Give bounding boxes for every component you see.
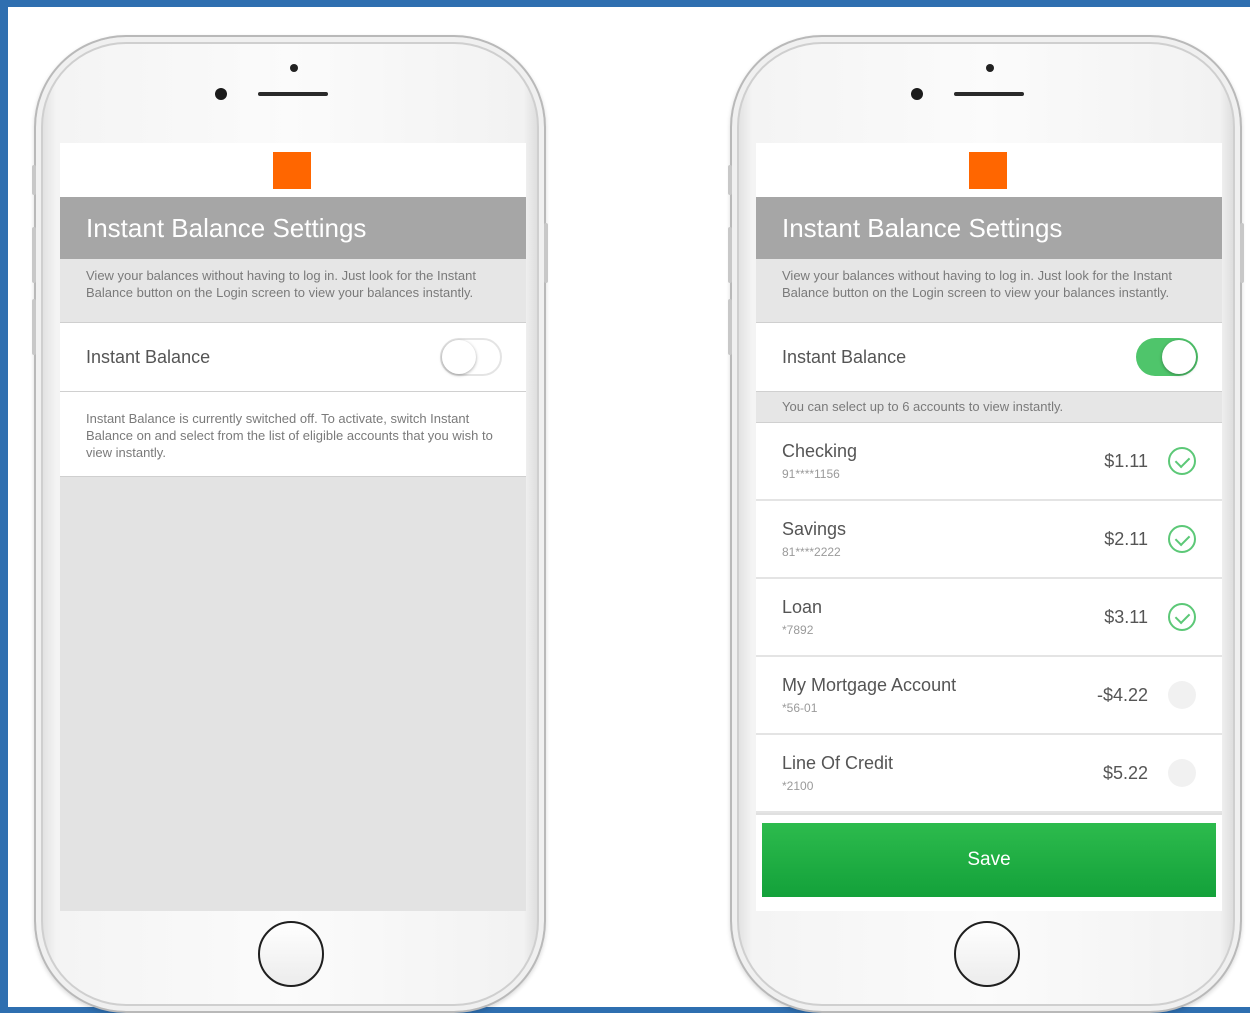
instant-balance-toggle[interactable] [440,338,502,376]
background-canvas: Instant Balance Settings View your balan… [8,7,1250,1013]
instant-balance-label: Instant Balance [782,346,907,367]
screen-left: Instant Balance Settings View your balan… [60,143,526,911]
earpiece-speaker [258,92,328,96]
volume-down-button [728,299,732,355]
logo-bar [756,143,1222,197]
account-balance: $2.11 [1104,529,1148,549]
settings-description: View your balances without having to log… [60,259,526,323]
mute-switch [728,165,732,195]
earpiece-speaker [954,92,1024,96]
account-balance: $5.22 [1102,763,1148,783]
account-number: 81****2222 [782,545,841,559]
volume-up-button [728,227,732,283]
brand-logo-icon [273,152,311,189]
toggle-knob [1162,340,1196,374]
account-limit-note: You can select up to 6 accounts to view … [756,392,1222,423]
account-number: *2100 [782,779,814,793]
account-name: Savings [782,519,847,539]
empty-circle-icon[interactable] [1168,759,1196,787]
mute-switch [32,165,36,195]
phone-frame-left: Instant Balance Settings View your balan… [32,35,548,1013]
toggle-knob [442,340,476,374]
account-number: *7892 [782,623,814,637]
account-balance: $1.11 [1104,451,1148,471]
account-name: Line Of Credit [782,753,894,773]
proximity-sensor [290,64,298,72]
account-name: Checking [782,441,858,461]
account-balance: -$4.22 [1096,685,1148,705]
account-name: Loan [782,597,823,617]
account-row-mortgage[interactable]: My Mortgage Account *56-01 -$4.22 [756,657,1222,735]
account-number: 91****1156 [782,467,840,481]
instant-balance-row: Instant Balance [756,323,1222,392]
home-button[interactable] [954,921,1020,987]
save-button[interactable]: Save [762,823,1216,897]
empty-circle-icon[interactable] [1168,681,1196,709]
instant-balance-toggle[interactable] [1136,338,1198,376]
settings-description: View your balances without having to log… [756,259,1222,323]
proximity-sensor [986,64,994,72]
account-row-loan[interactable]: Loan *7892 $3.11 [756,579,1222,657]
page-title: Instant Balance Settings [782,212,1063,243]
brand-logo-icon [969,152,1007,189]
volume-up-button [32,227,36,283]
volume-down-button [32,299,36,355]
page-title: Instant Balance Settings [86,212,367,243]
save-area: Save [756,813,1222,911]
switched-off-note: Instant Balance is currently switched of… [60,392,526,477]
account-row-savings[interactable]: Savings 81****2222 $2.11 [756,501,1222,579]
logo-bar [60,143,526,197]
front-camera [215,88,227,100]
power-button [1240,223,1244,283]
home-button[interactable] [258,921,324,987]
account-row-checking[interactable]: Checking 91****1156 $1.11 [756,423,1222,501]
account-balance: $3.11 [1104,607,1148,627]
settings-header: Instant Balance Settings [756,197,1222,259]
instant-balance-label: Instant Balance [86,346,211,367]
power-button [544,223,548,283]
settings-header: Instant Balance Settings [60,197,526,259]
check-circle-icon[interactable] [1168,603,1196,631]
account-number: *56-01 [782,701,818,715]
check-circle-icon[interactable] [1168,525,1196,553]
phone-frame-right: Instant Balance Settings View your balan… [728,35,1244,1013]
check-circle-icon[interactable] [1168,447,1196,475]
screen-right: Instant Balance Settings View your balan… [756,143,1222,911]
front-camera [911,88,923,100]
account-name: My Mortgage Account [782,675,957,695]
account-row-line-of-credit[interactable]: Line Of Credit *2100 $5.22 [756,735,1222,813]
instant-balance-row: Instant Balance [60,323,526,392]
